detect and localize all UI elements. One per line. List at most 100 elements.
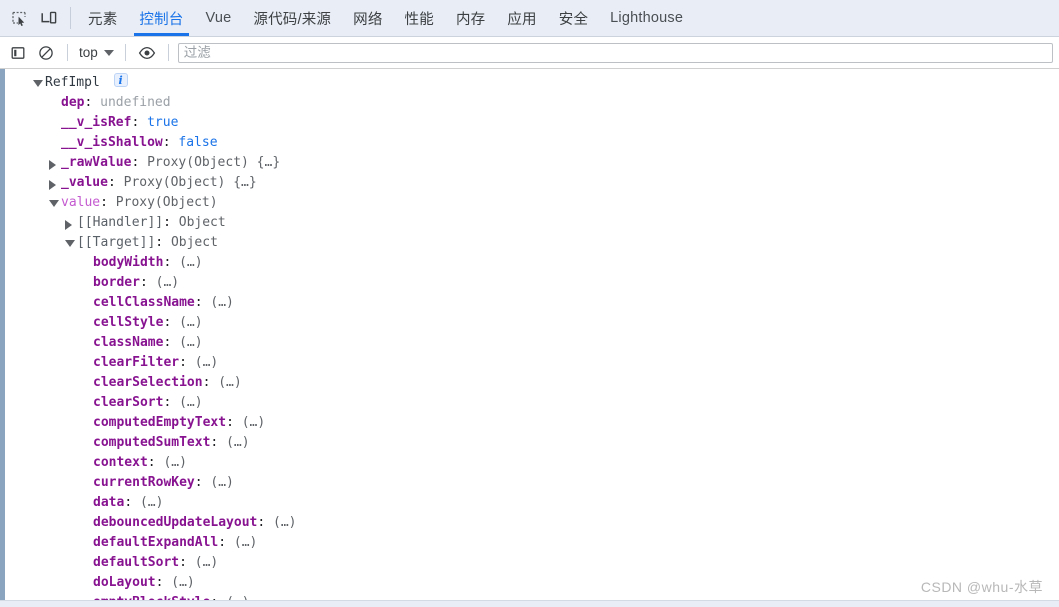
chevron-expanded-icon[interactable] [65,240,75,247]
object-property-row[interactable]: dep: undefined [5,93,1059,113]
tab-elements[interactable]: 元素 [77,0,128,36]
property-colon: : [139,275,156,290]
object-property-row[interactable]: currentRowKey: (…) [5,473,1059,493]
property-colon: : [226,415,242,430]
object-property-row[interactable]: cellStyle: (…) [5,313,1059,333]
property-value[interactable]: (…) [140,495,163,510]
tab-network[interactable]: 网络 [342,0,393,36]
property-value[interactable]: (…) [179,255,202,270]
object-property-row[interactable]: context: (…) [5,453,1059,473]
info-badge-icon[interactable]: i [113,73,128,87]
property-value[interactable]: (…) [156,275,179,290]
property-value: false [178,135,218,150]
object-property-row[interactable]: defaultExpandAll: (…) [5,533,1059,553]
live-expression-eye-icon[interactable] [133,40,161,66]
console-message-refimpl: RefImpl i dep: undefined __v_isRef: true _… [5,69,1059,602]
property-value[interactable]: (…) [210,475,233,490]
property-colon: : [107,175,124,190]
property-value[interactable]: (…) [179,315,202,330]
property-colon: : [218,535,234,550]
object-property-row[interactable]: computedSumText: (…) [5,433,1059,453]
object-property-row[interactable]: data: (…) [5,493,1059,513]
property-colon: : [194,295,211,310]
property-value[interactable]: (…) [210,295,233,310]
property-value[interactable]: (…) [226,435,249,450]
object-property-row[interactable]: debouncedUpdateLayout: (…) [5,513,1059,533]
execution-context-select[interactable]: top [75,43,118,62]
object-property-row[interactable]: clearFilter: (…) [5,353,1059,373]
object-property-row[interactable]: bodyWidth: (…) [5,253,1059,273]
property-key: clearSort [93,395,164,410]
property-key: className [93,335,164,350]
console-sidebar-toggle-icon[interactable] [4,40,32,66]
property-colon: : [163,335,180,350]
property-colon: : [131,115,148,130]
property-value[interactable]: (…) [234,535,257,550]
property-colon: : [257,515,274,530]
property-colon: : [155,235,171,250]
property-value: Proxy(Object) [147,155,249,170]
property-key: _rawValue [61,155,132,170]
tab-application[interactable]: 应用 [496,0,547,36]
object-property-row[interactable]: __v_isRef: true [5,113,1059,133]
property-key: value [61,195,101,210]
chevron-expanded-icon[interactable] [33,80,43,87]
property-value[interactable]: (…) [218,375,241,390]
chevron-collapsed-icon[interactable] [49,160,56,170]
tab-sources[interactable]: 源代码/来源 [242,0,342,36]
object-property-row[interactable]: computedEmptyText: (…) [5,413,1059,433]
tab-label: 元素 [88,11,118,28]
object-property-row[interactable]: [[Target]]: Object [5,233,1059,253]
object-property-row[interactable]: _rawValue: Proxy(Object) {…} [5,153,1059,173]
property-key: data [93,495,125,510]
object-property-row[interactable]: cellClassName: (…) [5,293,1059,313]
property-value[interactable]: (…) [171,575,194,590]
console-toolbar: top [0,37,1059,69]
chevron-collapsed-icon[interactable] [65,220,72,230]
property-value[interactable]: (…) [179,395,202,410]
property-colon: : [179,355,195,370]
object-property-row[interactable]: className: (…) [5,333,1059,353]
tab-label: 内存 [455,11,486,28]
clear-console-icon[interactable] [32,40,60,66]
object-property-row[interactable]: clearSelection: (…) [5,373,1059,393]
chevron-collapsed-icon[interactable] [49,180,56,190]
inspect-element-icon[interactable] [4,0,34,36]
tab-console[interactable]: 控制台 [128,0,194,36]
property-value[interactable]: (…) [273,515,296,530]
toolbar-divider-3 [167,44,169,61]
property-value: Proxy(Object) [123,175,226,190]
object-constructor-name: RefImpl [45,75,100,90]
console-filter-input[interactable] [177,42,1053,63]
tab-memory[interactable]: 内存 [445,0,496,36]
property-value-preview: {…} [225,175,257,190]
device-toolbar-icon[interactable] [34,0,64,36]
object-property-row[interactable]: doLayout: (…) [5,573,1059,593]
console-output-area[interactable]: RefImpl i dep: undefined __v_isRef: true _… [0,69,1059,607]
property-key: border [93,275,140,290]
object-property-row[interactable]: clearSort: (…) [5,393,1059,413]
tab-performance[interactable]: 性能 [394,0,445,36]
object-property-row[interactable]: [[Handler]]: Object [5,213,1059,233]
property-key: debouncedUpdateLayout [93,515,258,530]
tab-lighthouse[interactable]: Lighthouse [599,0,694,36]
property-colon: : [84,95,101,110]
chevron-expanded-icon[interactable] [49,200,59,207]
property-key: computedSumText [93,435,211,450]
property-value[interactable]: (…) [195,555,218,570]
property-colon: : [147,455,164,470]
property-value: true [147,115,179,130]
object-root-row[interactable]: RefImpl i [5,73,1059,93]
property-value[interactable]: (…) [242,415,265,430]
object-property-row[interactable]: _value: Proxy(Object) {…} [5,173,1059,193]
property-value[interactable]: (…) [195,355,218,370]
object-property-row[interactable]: value: Proxy(Object) [5,193,1059,213]
tab-vue[interactable]: Vue [195,0,243,36]
property-colon: : [179,555,195,570]
object-property-row[interactable]: border: (…) [5,273,1059,293]
tab-security[interactable]: 安全 [548,0,599,36]
property-value[interactable]: (…) [179,335,202,350]
property-value[interactable]: (…) [163,455,186,470]
object-property-row[interactable]: __v_isShallow: false [5,133,1059,153]
object-property-row[interactable]: defaultSort: (…) [5,553,1059,573]
